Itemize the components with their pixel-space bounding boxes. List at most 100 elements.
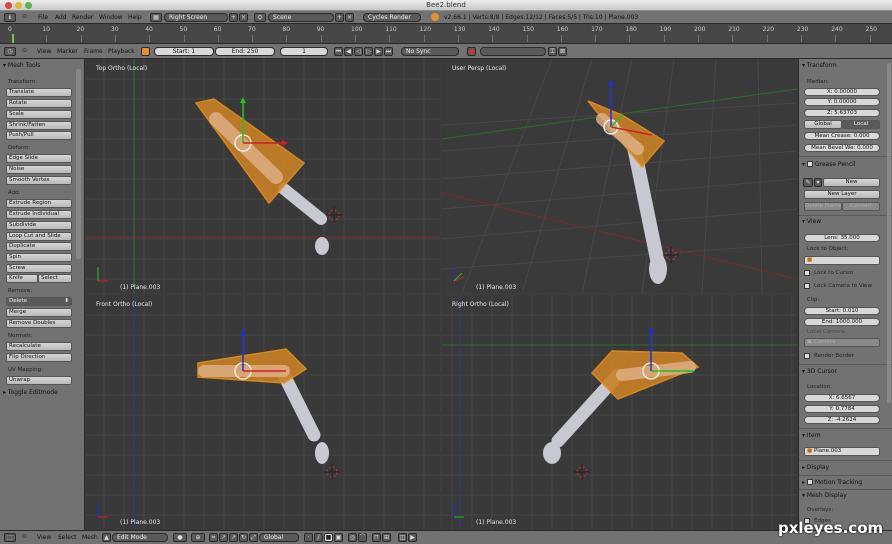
extrude-region-button[interactable]: Extrude Region: [6, 199, 72, 208]
spin-button[interactable]: Spin: [6, 253, 72, 262]
timeline-menu-view[interactable]: View: [37, 48, 51, 55]
jump-start-icon[interactable]: ⏮: [334, 47, 343, 56]
viewport-user-persp[interactable]: User Persp (Local) (1) Plane.003: [442, 59, 797, 293]
3d-view-collapse-icon[interactable]: ⊙: [20, 533, 29, 542]
loop-cut-button[interactable]: Loop Cut and Slide: [6, 232, 72, 241]
merge-button[interactable]: Merge: [6, 308, 72, 317]
clip-end-field[interactable]: End: 1000.000: [804, 318, 880, 326]
motion-tracking-header[interactable]: ▸ Motion Tracking: [802, 478, 862, 486]
play-reverse-icon[interactable]: ◁: [354, 47, 363, 56]
median-z-field[interactable]: Z: 5.63703: [804, 109, 880, 117]
median-y-field[interactable]: Y: 0.00000: [804, 98, 880, 106]
grease-data-menu-icon[interactable]: ▾: [814, 178, 822, 187]
view-panel-header[interactable]: ▾ View: [802, 218, 821, 225]
mean-bevel-field[interactable]: Mean Bevel We: 0.000: [804, 144, 880, 152]
preview-range-icon[interactable]: [141, 47, 150, 56]
menu-render[interactable]: Render: [72, 14, 93, 21]
global-toggle[interactable]: Global: [804, 120, 842, 129]
render-engine-select[interactable]: Cycles Render: [363, 13, 421, 22]
motion-tracking-checkbox[interactable]: [806, 479, 813, 485]
convert-button[interactable]: Convert: [842, 202, 880, 211]
subdivide-button[interactable]: Subdivide: [6, 221, 72, 230]
knife-select-button[interactable]: Select: [38, 274, 72, 283]
menu-file[interactable]: File: [38, 14, 48, 21]
flip-direction-button[interactable]: Flip Direction: [6, 353, 72, 362]
rotate-manipulator-icon[interactable]: ↻: [239, 533, 248, 542]
add-scene-icon[interactable]: +: [335, 13, 344, 22]
render-border-checkbox[interactable]: [804, 353, 810, 359]
right-view-canvas[interactable]: [442, 295, 797, 530]
cursor-y-field[interactable]: Y: 0.7784: [804, 405, 880, 413]
clip-start-field[interactable]: Start: 0.010: [804, 307, 880, 315]
display-panel-header[interactable]: ▸ Display: [802, 464, 829, 471]
toggle-editmode-header[interactable]: ▸ Toggle Editmode: [3, 389, 58, 396]
mesh-display-header[interactable]: ▾ Mesh Display: [802, 492, 847, 499]
duplicate-button[interactable]: Duplicate: [6, 242, 72, 251]
menu-add[interactable]: Add: [55, 14, 67, 21]
screen-layout-field[interactable]: Right Screen: [164, 13, 228, 22]
current-frame-field[interactable]: 1: [280, 47, 328, 56]
median-x-field[interactable]: X: 0.00000: [804, 88, 880, 96]
3d-menu-view[interactable]: View: [37, 534, 51, 541]
lock-object-field[interactable]: ■: [804, 256, 880, 265]
timeline-collapse-icon[interactable]: ⊙: [20, 47, 29, 56]
viewport-right-ortho[interactable]: Right Ortho (Local) (1) Plane.003: [442, 295, 797, 530]
mean-crease-field[interactable]: Mean Crease: 0.000: [804, 132, 880, 140]
viewport-top-ortho[interactable]: Top Ortho (Local) (1) Plane.003: [86, 59, 440, 293]
tool-shelf-scrollbar[interactable]: [76, 69, 81, 259]
render-animation-icon[interactable]: ▶: [408, 533, 417, 542]
local-camera-field[interactable]: ▣ Camera: [804, 338, 880, 347]
lens-field[interactable]: Lens: 35.000: [804, 234, 880, 242]
lock-camera-checkbox[interactable]: [804, 283, 810, 289]
cursor-z-field[interactable]: Z: -4.2624: [804, 416, 880, 424]
scale-button[interactable]: Scale: [6, 110, 72, 119]
item-panel-header[interactable]: ▾ Item: [802, 432, 821, 439]
scene-field[interactable]: Scene: [268, 13, 334, 22]
viewport-shading-icon[interactable]: ●: [173, 533, 187, 542]
translate-manipulator-icon[interactable]: ↗: [229, 533, 238, 542]
editor-type-icon[interactable]: ℹ: [4, 13, 16, 22]
screw-button[interactable]: Screw: [6, 264, 72, 273]
face-select-icon[interactable]: ■: [324, 533, 333, 542]
next-keyframe-icon[interactable]: ▶: [374, 47, 383, 56]
mesh-tools-header[interactable]: ▾ Mesh Tools: [3, 62, 40, 69]
proportional-falloff-icon[interactable]: ⌒: [358, 533, 367, 542]
remove-doubles-button[interactable]: Remove Doubles: [6, 319, 72, 328]
front-view-canvas[interactable]: [86, 295, 440, 530]
unwrap-button[interactable]: Unwrap: [6, 376, 72, 385]
item-name-field[interactable]: ■ Plane.003: [804, 447, 880, 456]
cursor-x-field[interactable]: X: 6.6567: [804, 394, 880, 402]
push-pull-button[interactable]: Push/Pull: [6, 131, 72, 140]
top-view-canvas[interactable]: [86, 59, 440, 293]
shrink-fatten-button[interactable]: Shrink/Fatten: [6, 121, 72, 130]
edge-select-icon[interactable]: /: [314, 533, 323, 542]
persp-view-canvas[interactable]: [442, 59, 797, 293]
noise-button[interactable]: Noise: [6, 165, 72, 174]
occlude-geometry-icon[interactable]: ⌗: [209, 533, 218, 542]
edge-slide-button[interactable]: Edge Slide: [6, 154, 72, 163]
knife-button[interactable]: Knife: [6, 274, 38, 283]
remove-screen-icon[interactable]: ×: [239, 13, 248, 22]
snap-element-icon[interactable]: ⊞: [382, 533, 391, 542]
pivot-point-icon[interactable]: ⊕: [191, 533, 205, 542]
menu-window[interactable]: Window: [99, 14, 123, 21]
lock-cursor-checkbox[interactable]: [804, 270, 810, 276]
menu-help[interactable]: Help: [128, 14, 142, 21]
delete-menu-button[interactable]: Delete ⬍: [6, 297, 72, 306]
vertex-select-icon[interactable]: ·: [304, 533, 313, 542]
insert-keyframe-icon[interactable]: ⚿: [548, 47, 557, 56]
smooth-vertex-button[interactable]: Smooth Vertex: [6, 176, 72, 185]
pencil-icon[interactable]: ✎: [803, 178, 813, 187]
jump-end-icon[interactable]: ⏭: [384, 47, 393, 56]
transform-panel-header[interactable]: ▾ Transform: [802, 62, 837, 69]
timeline-menu-frame[interactable]: Frame: [84, 48, 103, 55]
timeline-menu-marker[interactable]: Marker: [57, 48, 78, 55]
prev-keyframe-icon[interactable]: ◀: [344, 47, 353, 56]
collapse-menus-icon[interactable]: ⊙: [20, 13, 29, 22]
add-screen-icon[interactable]: +: [229, 13, 238, 22]
play-icon[interactable]: ▷: [364, 47, 373, 56]
transform-orientation-select[interactable]: Global: [259, 533, 299, 542]
keying-set-field[interactable]: [480, 47, 546, 56]
3d-menu-select[interactable]: Select: [58, 534, 77, 541]
limit-selection-icon[interactable]: ▣: [334, 533, 343, 542]
